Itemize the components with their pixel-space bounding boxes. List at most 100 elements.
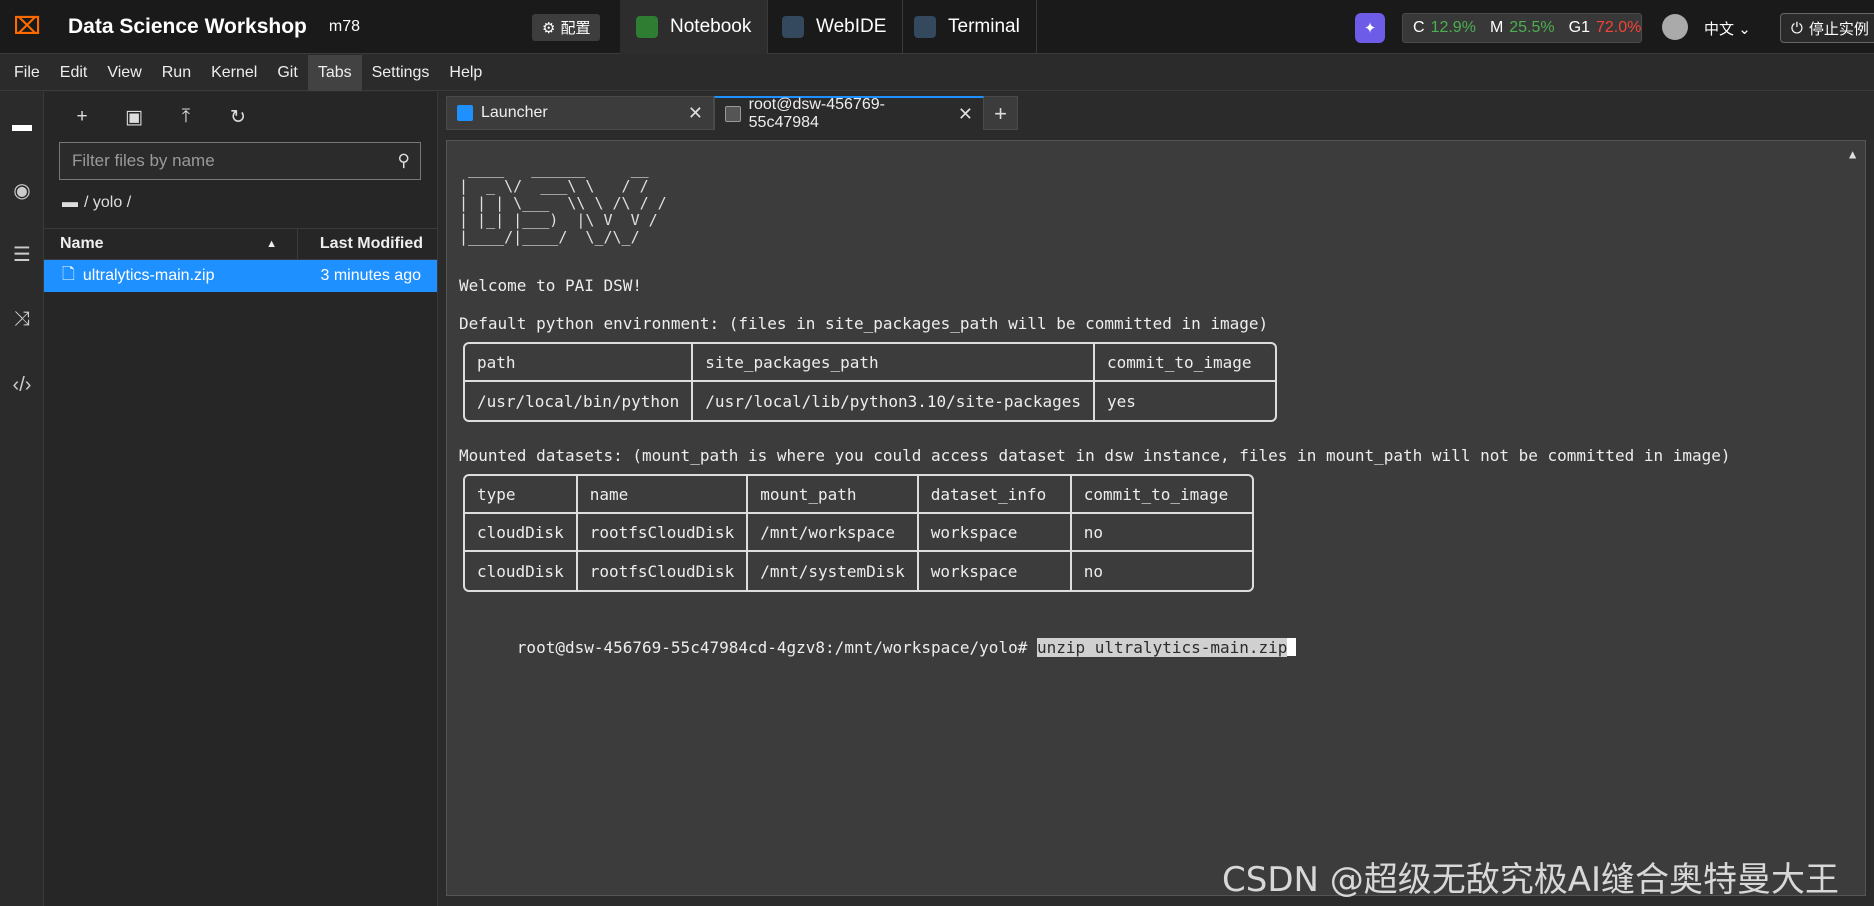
table-cell: rootfsCloudDisk [578, 552, 749, 590]
running-icon[interactable]: ◉ [9, 178, 35, 204]
folder-icon[interactable]: ▬ [62, 194, 78, 212]
gpu-value: 72.0% [1595, 19, 1642, 36]
filter-input[interactable] [60, 143, 420, 179]
new-folder-icon[interactable]: ▣ [108, 106, 160, 129]
table-cell: commit_to_image [1071, 476, 1252, 514]
terminal-panel[interactable]: ____ ______ __ | _ \/ ___\ \ / / | | | \… [446, 140, 1866, 896]
tab-webide[interactable]: WebIDE [766, 0, 904, 54]
language-label: 中文 [1704, 21, 1735, 38]
new-tab-button[interactable]: + [984, 96, 1018, 130]
file-list-header: Name ▲ Last Modified [44, 228, 437, 260]
gear-icon: ⚙ [542, 19, 556, 37]
menu-git[interactable]: Git [267, 55, 307, 91]
stop-instance-button[interactable]: ⏻ 停止实例 [1780, 13, 1874, 43]
tab-terminal-label: Terminal [948, 16, 1020, 37]
upload-icon[interactable]: ⤒ [160, 106, 212, 128]
ai-assistant-icon[interactable]: ✦ [1355, 13, 1385, 43]
col-name[interactable]: Name ▲ [44, 229, 298, 259]
table-cell: path [465, 344, 694, 382]
file-modified: 3 minutes ago [320, 267, 421, 284]
welcome-text: Welcome to PAI DSW! [459, 276, 643, 295]
menu-file[interactable]: File [4, 55, 50, 91]
tab-terminal-label: root@dsw-456769-55c47984 [748, 96, 885, 131]
stop-label: 停止实例 [1808, 20, 1869, 38]
search-icon[interactable]: ⚲ [398, 151, 410, 171]
git-icon[interactable]: ⤨ [9, 306, 35, 332]
file-browser: + ▣ ⤒ ↻ ⚲ ▬ / yolo / Name ▲ Last Modifie… [44, 92, 438, 906]
code-icon[interactable]: ‹/› [9, 372, 35, 398]
sort-up-icon: ▲ [266, 238, 277, 250]
close-icon[interactable]: ✕ [958, 104, 973, 125]
app-title: Data Science Workshop [68, 14, 307, 38]
list-item[interactable]: 🗋 ultralytics-main.zip 3 minutes ago [44, 260, 437, 292]
power-icon: ⏻ [1791, 19, 1803, 37]
table-cell: dataset_info [918, 476, 1072, 514]
table-cell: /usr/local/bin/python [465, 382, 694, 420]
dsw-ascii-logo: ____ ______ __ | _ \/ ___\ \ / / | | | \… [459, 160, 667, 246]
command-line[interactable]: root@dsw-456769-55c47984cd-4gzv8:/mnt/wo… [459, 618, 1731, 657]
resource-usage[interactable]: C 12.9% M 25.5% G1 72.0% [1402, 13, 1642, 43]
table-cell: no [1083, 561, 1103, 581]
table-cell: rootfsCloudDisk [577, 514, 749, 552]
top-bar: ⌧ Data Science Workshop m78 ⚙ 配置 Noteboo… [0, 0, 1874, 54]
mem-label: M [1489, 19, 1504, 36]
table-cell: name [577, 476, 749, 514]
table-cell: no [1071, 514, 1252, 552]
tab-launcher-label: Launcher [481, 104, 548, 121]
file-icon: 🗋 [62, 265, 75, 283]
terminal-icon [914, 16, 936, 38]
csdn-watermark: CSDN @超级无敌究极AI缝合奥特曼大王 [1222, 860, 1840, 900]
tab-terminal[interactable]: Terminal [898, 0, 1037, 54]
scroll-up-icon[interactable]: ▲ [1849, 147, 1856, 161]
file-name: ultralytics-main.zip [82, 267, 215, 284]
menu-edit[interactable]: Edit [50, 55, 98, 91]
activity-bar: ▬ ◉ ☰ ⤨ ‹/› [0, 92, 44, 906]
config-button[interactable]: ⚙ 配置 [532, 14, 601, 41]
breadcrumb-path[interactable]: / yolo / [84, 194, 131, 212]
menu-run[interactable]: Run [152, 55, 201, 91]
col-name-label: Name [60, 235, 104, 252]
folder-icon[interactable]: ▬ [9, 112, 35, 138]
tab-terminal-session[interactable]: root@dsw-456769-55c47984 ✕ [714, 96, 984, 131]
menu-kernel[interactable]: Kernel [201, 55, 267, 91]
env-heading: Default python environment: (files in si… [459, 314, 1269, 333]
new-launcher-icon[interactable]: + [56, 106, 108, 128]
pai-logo-icon: ⌧ [13, 13, 41, 40]
typed-command: unzip ultralytics-main.zip [1036, 638, 1288, 657]
tab-notebook[interactable]: Notebook [620, 0, 769, 54]
language-select[interactable]: 中文 ⌄ [1704, 18, 1751, 39]
close-icon[interactable]: ✕ [688, 103, 703, 124]
tab-webide-label: WebIDE [816, 16, 887, 37]
cpu-label: C [1413, 19, 1425, 36]
toc-icon[interactable]: ☰ [9, 242, 35, 268]
mount-table: type name mount_path dataset_info commit… [463, 474, 1254, 592]
terminal-icon [725, 106, 741, 122]
menu-settings[interactable]: Settings [362, 55, 440, 91]
tab-launcher[interactable]: Launcher ✕ [446, 96, 714, 130]
table-cell: cloudDisk [465, 552, 578, 590]
gpu-label: G1 [1568, 19, 1590, 36]
table-cell: /mnt/workspace [748, 514, 919, 552]
avatar[interactable] [1662, 14, 1688, 40]
menu-tabs[interactable]: Tabs [307, 54, 362, 91]
chevron-down-icon: ⌄ [1738, 21, 1751, 38]
shell-prompt: root@dsw-456769-55c47984cd-4gzv8:/mnt/wo… [516, 638, 1037, 657]
table-cell: commit_to_image [1094, 344, 1275, 382]
col-modified[interactable]: Last Modified [298, 235, 437, 253]
menu-view[interactable]: View [97, 55, 151, 91]
tab-notebook-label: Notebook [670, 16, 752, 37]
refresh-icon[interactable]: ↻ [212, 106, 264, 129]
code-icon [782, 16, 804, 38]
table-cell: /mnt/systemDisk [748, 552, 919, 590]
scrollbar[interactable]: ▲ [1847, 143, 1863, 893]
instance-name: m78 [328, 17, 360, 35]
table-cell: workspace [918, 514, 1072, 552]
menu-bar: File Edit View Run Kernel Git Tabs Setti… [0, 54, 1874, 91]
table-cell: mount_path [748, 476, 919, 514]
menu-help[interactable]: Help [439, 55, 492, 91]
table-cell: cloudDisk [465, 514, 578, 552]
launcher-icon [457, 105, 473, 121]
table-cell: type [465, 476, 578, 514]
doc-tab-bar: Launcher ✕ root@dsw-456769-55c47984 ✕ + [446, 96, 1018, 131]
table-cell: /usr/local/lib/python3.10/site-packages [693, 382, 1095, 420]
